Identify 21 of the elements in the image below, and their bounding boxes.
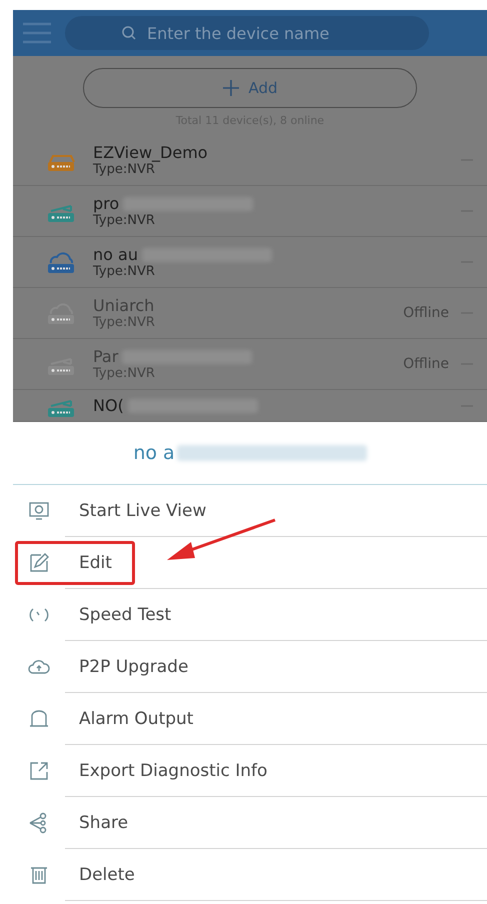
device-type: Type:NVR [93, 213, 156, 228]
device-status: Offline [403, 305, 449, 321]
menu-icon[interactable] [21, 20, 53, 46]
device-type: Type:NVR [93, 315, 156, 330]
device-status: Offline [403, 356, 449, 372]
search-icon [121, 25, 137, 41]
device-type: Type:NVR [93, 264, 156, 279]
device-name: no au [93, 245, 138, 264]
device-type: Type:NVR [93, 366, 156, 381]
device-type: Type:NVR [93, 162, 156, 177]
device-name: Uniarch [93, 296, 154, 315]
device-name: EZView_Demo [93, 143, 208, 162]
device-name: Par [93, 347, 118, 366]
search-placeholder: Enter the device name [147, 24, 330, 42]
device-row[interactable]: pro Type:NVR [13, 186, 487, 237]
device-name: pro [93, 194, 120, 213]
device-row[interactable]: EZView_Demo Type:NVR [13, 135, 487, 186]
sheet-title: no a [133, 442, 175, 464]
device-row[interactable]: no au Type:NVR [13, 237, 487, 288]
device-name: NO( [93, 396, 124, 415]
plus-icon [222, 79, 240, 97]
